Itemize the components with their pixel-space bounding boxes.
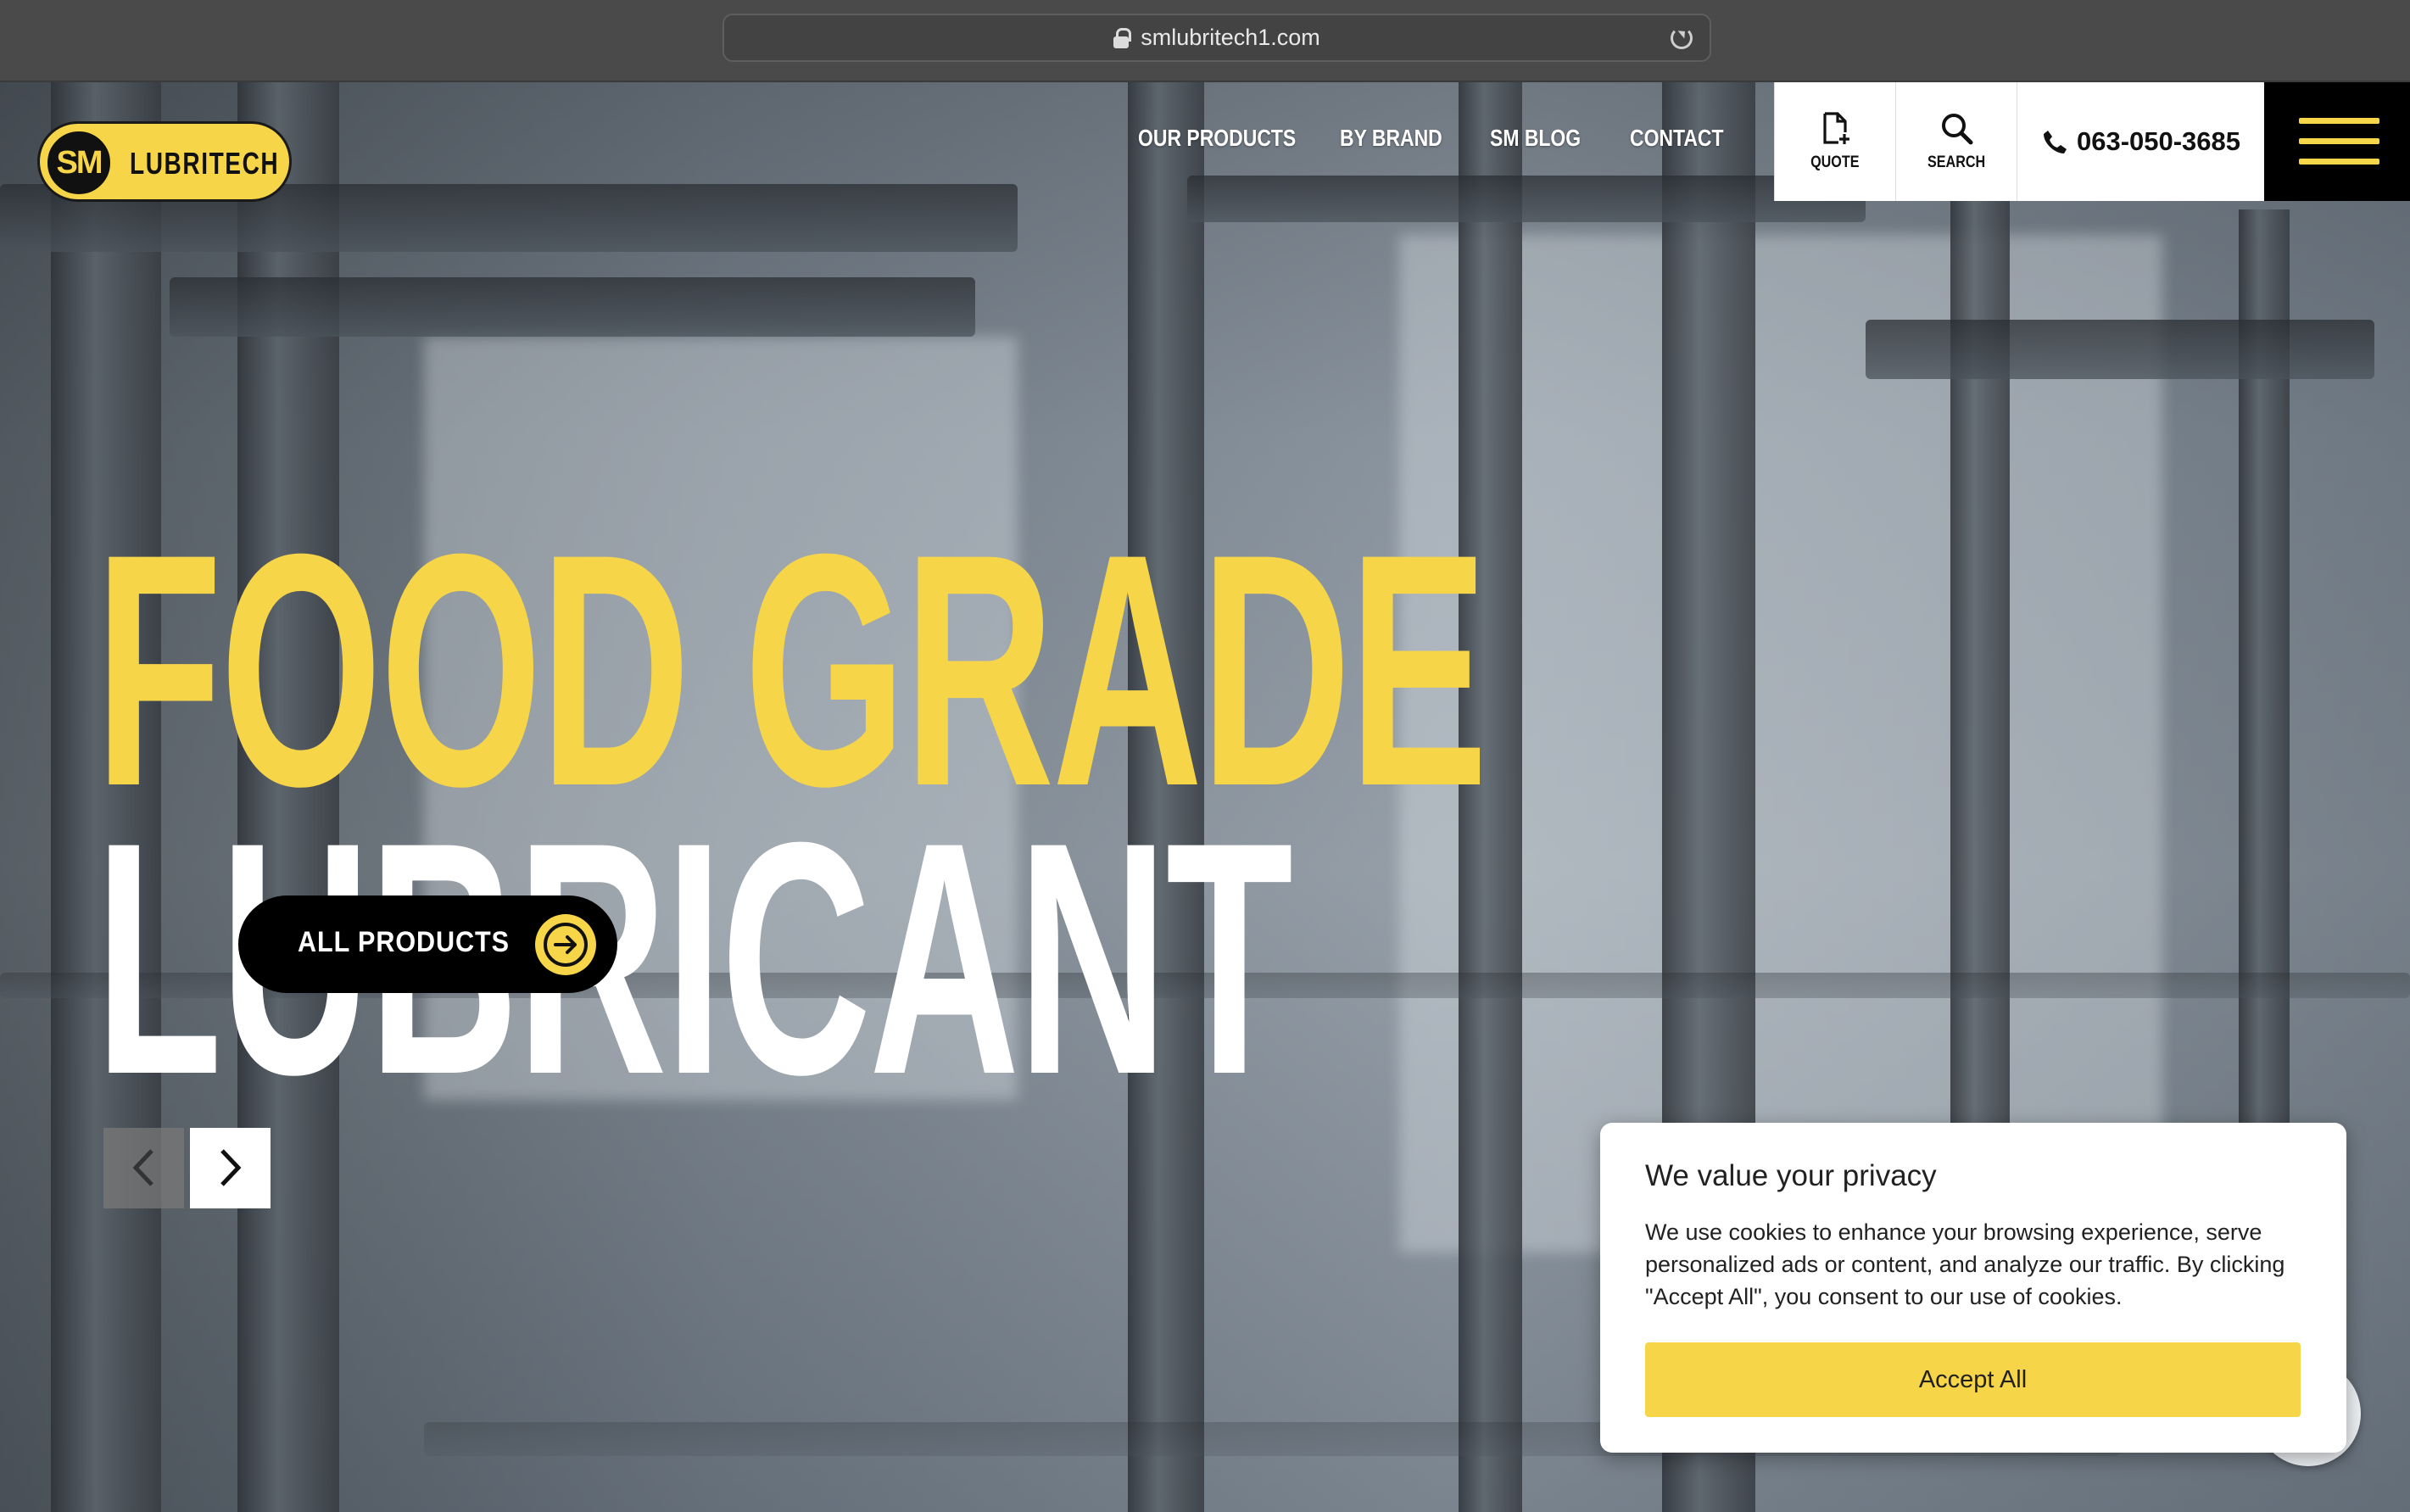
phone-icon <box>2043 131 2067 153</box>
phone-link[interactable]: 063-050-3685 <box>2017 82 2264 201</box>
cookie-title: We value your privacy <box>1645 1159 1937 1192</box>
cookie-consent-banner: We value your privacy We use cookies to … <box>1600 1123 2346 1453</box>
reload-icon[interactable] <box>1671 27 1693 49</box>
browser-toolbar: smlubritech1.com <box>0 0 2410 82</box>
search-button[interactable]: SEARCH <box>1895 82 2017 201</box>
slider-prev-button[interactable] <box>103 1128 184 1208</box>
hamburger-menu-button[interactable] <box>2264 82 2410 201</box>
phone-number: 063-050-3685 <box>2076 126 2241 156</box>
url-text: smlubritech1.com <box>1141 25 1320 50</box>
accept-all-button[interactable]: Accept All <box>1645 1342 2301 1417</box>
lock-icon <box>1113 27 1132 48</box>
quote-button[interactable]: QUOTE <box>1774 82 1895 201</box>
all-products-button[interactable]: ALL PRODUCTS <box>238 895 617 993</box>
cookie-body: We use cookies to enhance your browsing … <box>1645 1219 2285 1309</box>
logo-name: LUBRITECH <box>130 146 280 181</box>
nav-sm-blog[interactable]: SM BLOG <box>1490 125 1581 152</box>
logo-mark: SM <box>45 129 113 197</box>
nav-our-products[interactable]: OUR PRODUCTS <box>1138 125 1296 152</box>
chevron-right-icon <box>220 1149 242 1186</box>
slider-next-button[interactable] <box>190 1128 271 1208</box>
chevron-left-icon <box>132 1149 153 1186</box>
quote-label: QUOTE <box>1810 153 1860 171</box>
quote-icon <box>1823 112 1849 144</box>
nav-by-brand[interactable]: BY BRAND <box>1340 125 1442 152</box>
nav-contact[interactable]: CONTACT <box>1630 125 1724 152</box>
arrow-right-icon <box>535 914 596 975</box>
search-label: SEARCH <box>1927 153 1986 171</box>
address-bar[interactable]: smlubritech1.com <box>722 14 1711 62</box>
all-products-label: ALL PRODUCTS <box>298 926 510 958</box>
site-logo[interactable]: SM LUBRITECH <box>37 121 292 202</box>
search-icon <box>1942 114 1973 145</box>
